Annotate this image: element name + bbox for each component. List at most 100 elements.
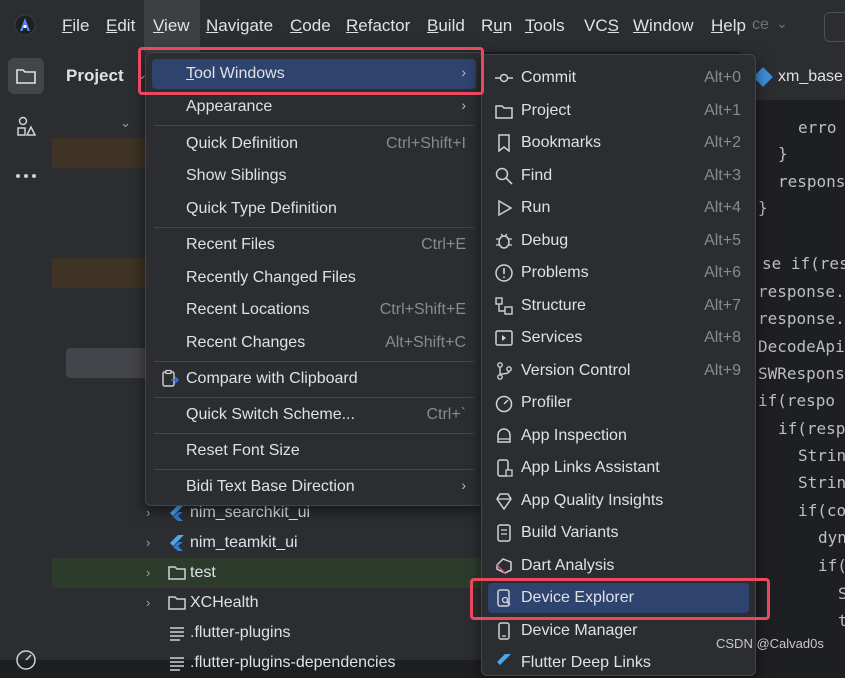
menu-run[interactable]: Run (481, 16, 512, 36)
submenu-item-commit[interactable]: Commit Alt+0 (488, 63, 749, 93)
menu-item-recent-files[interactable]: Recent Files Ctrl+E (152, 230, 476, 260)
tree-row[interactable]: › nim_teamkit_ui (52, 528, 482, 558)
submenu-item-version-control[interactable]: Version Control Alt+9 (488, 356, 749, 386)
code-line: response. (758, 282, 845, 301)
find-icon (494, 166, 514, 186)
chevron-right-icon: › (461, 97, 466, 113)
submenu-item-services[interactable]: Services Alt+8 (488, 323, 749, 353)
shapes-icon[interactable] (8, 108, 44, 144)
submenu-item-structure[interactable]: Structure Alt+7 (488, 291, 749, 321)
tree-row[interactable]: › XCHealth (52, 588, 482, 618)
toolbar-widget[interactable] (824, 12, 845, 42)
toolbar-hint: ce (752, 16, 769, 33)
menu-item-recently-changed-files[interactable]: Recently Changed Files (152, 263, 476, 293)
dart-analysis-icon (494, 556, 514, 576)
app-quality-icon (494, 491, 514, 511)
folder-icon (168, 594, 186, 612)
submenu-item-bookmarks[interactable]: Bookmarks Alt+2 (488, 128, 749, 158)
app-inspection-icon (494, 426, 514, 446)
menu-item-recent-changes[interactable]: Recent Changes Alt+Shift+C (152, 328, 476, 358)
bookmark-icon (494, 133, 514, 153)
vcs-icon (494, 361, 514, 381)
project-icon (494, 101, 514, 121)
submenu-item-app-inspection[interactable]: App Inspection (488, 421, 749, 451)
debug-icon (494, 231, 514, 251)
menu-item-compare-clipboard[interactable]: Compare with Clipboard (152, 364, 476, 394)
menu-edit[interactable]: Edit (106, 16, 135, 36)
menu-vcs[interactable]: VCS (584, 16, 619, 36)
submenu-item-flutter-deep-links[interactable]: Flutter Deep Links (488, 648, 749, 678)
chevron-down-icon[interactable]: ⌄ (776, 15, 788, 32)
chevron-right-icon[interactable]: › (146, 505, 150, 520)
submenu-item-problems[interactable]: Problems Alt+6 (488, 258, 749, 288)
submenu-item-profiler[interactable]: Profiler (488, 388, 749, 418)
submenu-item-debug[interactable]: Debug Alt+5 (488, 226, 749, 256)
menu-item-recent-locations[interactable]: Recent Locations Ctrl+Shift+E (152, 295, 476, 325)
project-panel-title[interactable]: Project (66, 66, 124, 86)
submenu-item-label: Project (521, 102, 571, 119)
submenu-item-label: Profiler (521, 394, 572, 411)
run-icon (494, 198, 514, 218)
code-line: response. (758, 309, 845, 328)
menu-tools[interactable]: Tools (525, 16, 565, 36)
tree-row[interactable]: .flutter-plugins (52, 618, 482, 648)
submenu-item-app-quality-insights[interactable]: App Quality Insights (488, 486, 749, 516)
menu-code[interactable]: Code (290, 16, 331, 36)
speedometer-icon[interactable] (8, 642, 44, 678)
submenu-item-dart-analysis[interactable]: Dart Analysis (488, 551, 749, 581)
build-variants-icon (494, 523, 514, 543)
submenu-item-label: Services (521, 329, 583, 346)
chevron-right-icon[interactable]: › (146, 535, 150, 550)
submenu-item-device-explorer[interactable]: Device Explorer (488, 583, 749, 613)
menu-refactor[interactable]: Refactor (346, 16, 410, 36)
submenu-item-shortcut: Alt+0 (704, 69, 741, 86)
submenu-item-run[interactable]: Run Alt+4 (488, 193, 749, 223)
menu-build[interactable]: Build (427, 16, 465, 36)
submenu-item-shortcut: Alt+3 (704, 167, 741, 184)
menu-window[interactable]: Window (633, 16, 693, 36)
tree-row-label: .flutter-plugins-dependencies (190, 654, 396, 671)
menu-item-appearance[interactable]: Appearance › (152, 92, 476, 122)
menu-view[interactable]: View (153, 16, 190, 36)
view-menu-popup: Tool Windows › Appearance › Quick Definiti… (145, 52, 483, 506)
chevron-right-icon: › (461, 64, 466, 80)
device-manager-icon (494, 621, 514, 641)
editor-tab-label[interactable]: xm_base (778, 68, 843, 86)
menu-item-tool-windows[interactable]: Tool Windows › (152, 59, 476, 89)
app-links-icon (494, 458, 514, 478)
tree-row-label: test (190, 564, 216, 581)
menu-item-quick-type-definition[interactable]: Quick Type Definition (152, 194, 476, 224)
submenu-item-label: Device Explorer (521, 589, 634, 606)
tree-row[interactable]: .flutter-plugins-dependencies (52, 648, 482, 678)
menu-item-quick-definition[interactable]: Quick Definition Ctrl+Shift+I (152, 129, 476, 159)
submenu-item-label: App Links Assistant (521, 459, 660, 476)
tree-row-label: nim_searchkit_ui (190, 504, 311, 521)
android-studio-logo-icon[interactable] (12, 12, 38, 38)
chevron-right-icon[interactable]: › (146, 595, 150, 610)
menu-item-reset-font-size[interactable]: Reset Font Size (152, 436, 476, 466)
chevron-right-icon[interactable]: › (146, 565, 150, 580)
more-icon[interactable] (8, 158, 44, 194)
submenu-item-label: Build Variants (521, 524, 619, 541)
submenu-item-label: Run (521, 199, 551, 216)
code-line: if(resp (778, 419, 845, 438)
submenu-item-project[interactable]: Project Alt+1 (488, 96, 749, 126)
profiler-icon (494, 393, 514, 413)
submenu-item-device-manager[interactable]: Device Manager (488, 616, 749, 646)
menu-help[interactable]: Help (711, 16, 746, 36)
submenu-item-build-variants[interactable]: Build Variants (488, 518, 749, 548)
tool-windows-submenu: Commit Alt+0 Project Alt+1 Bookmarks Alt+2 Fin… (481, 54, 756, 676)
chevron-down-icon[interactable]: ⌄ (120, 115, 131, 131)
submenu-item-app-links-assistant[interactable]: App Links Assistant (488, 453, 749, 483)
menu-item-bidi-text[interactable]: Bidi Text Base Direction › (152, 472, 476, 502)
tree-row[interactable]: › test (52, 558, 482, 588)
chevron-right-icon: › (461, 477, 466, 493)
folder-icon[interactable] (8, 58, 44, 94)
menu-item-quick-switch-scheme[interactable]: Quick Switch Scheme... Ctrl+` (152, 400, 476, 430)
menu-navigate[interactable]: Navigate (206, 16, 273, 36)
submenu-item-find[interactable]: Find Alt+3 (488, 161, 749, 191)
submenu-item-shortcut: Alt+7 (704, 297, 741, 314)
menu-file[interactable]: File (62, 16, 89, 36)
folder-icon (168, 564, 186, 582)
menu-item-show-siblings[interactable]: Show Siblings (152, 161, 476, 191)
